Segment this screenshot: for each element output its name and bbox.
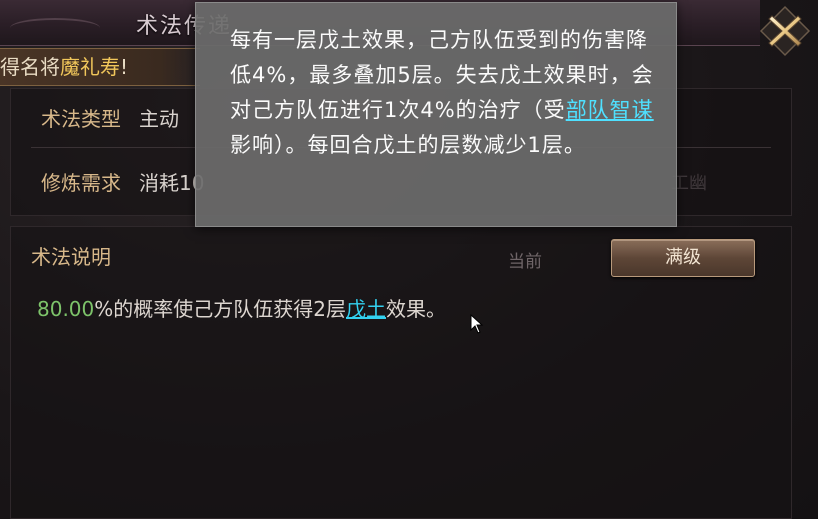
tooltip-text: 每有一层戊土效果，己方队伍受到的伤害降低4%，最多叠加5层。失去戊土效果时，会对… [230, 23, 656, 163]
description-text-after: 效果。 [386, 297, 446, 321]
tab-max-level[interactable]: 满级 [611, 239, 755, 277]
close-x-icon [759, 5, 811, 57]
skill-detail-screen: 术法传递 得名将魔礼寿! 术法类型 主动 修炼需求 消耗10 工幽 术法说明 当… [0, 0, 818, 519]
description-title: 术法说明 [31, 245, 111, 269]
tab-current-level[interactable]: 当前 [508, 247, 542, 272]
reward-general-name: 魔礼寿 [60, 55, 120, 79]
requirement-row: 修炼需求 消耗10 [41, 153, 204, 209]
effect-tooltip: 每有一层戊土效果，己方队伍受到的伤害降低4%，最多叠加5层。失去戊土效果时，会对… [195, 2, 677, 227]
mouse-cursor-icon [470, 314, 484, 334]
skill-type-label: 术法类型 [41, 106, 121, 131]
ornament-swirl [10, 18, 100, 38]
tooltip-link-troop-intellect[interactable]: 部队智谋 [566, 98, 654, 122]
close-button[interactable] [758, 4, 812, 58]
reward-prefix: 得名将 [0, 55, 60, 79]
requirement-label: 修炼需求 [41, 170, 121, 195]
probability-value: 80.00 [37, 297, 95, 321]
skill-type-row: 术法类型 主动 [41, 89, 179, 145]
skill-description-panel: 术法说明 当前 满级 80.00%的概率使己方队伍获得2层戊土效果。 [10, 226, 792, 519]
reward-suffix: ! [120, 55, 129, 79]
effect-link[interactable]: 戊土 [346, 297, 386, 321]
tooltip-text-part2: 影响）。每回合戊土的层数减少1层。 [230, 133, 586, 157]
skill-type-value: 主动 [139, 106, 179, 131]
reward-banner: 得名将魔礼寿! [0, 48, 200, 86]
description-text: 80.00%的概率使己方队伍获得2层戊土效果。 [37, 293, 446, 322]
description-text-before: %的概率使己方队伍获得2层 [94, 297, 346, 321]
